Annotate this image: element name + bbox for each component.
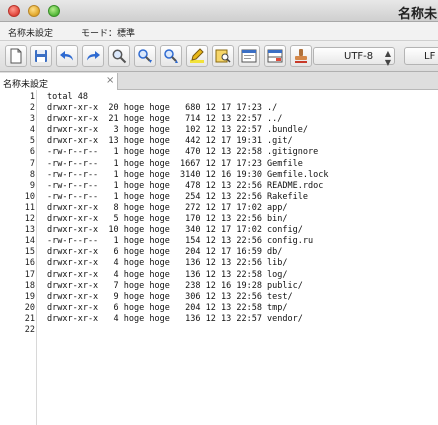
line-number: 10 [24, 191, 35, 202]
window-title: 名称未 [398, 7, 438, 22]
toolbar: UTF-8 ▲ ▼ LF [0, 41, 438, 72]
text-line[interactable]: drwxr-xr-x 4 hoge hoge 136 12 13 22:57 v… [47, 314, 328, 325]
redo-button[interactable] [82, 45, 104, 67]
line-number: 6 [29, 147, 35, 158]
close-window-button[interactable] [8, 5, 20, 17]
line-number: 12 [24, 214, 35, 225]
line-ending-value: LF [424, 51, 436, 62]
line-number: 3 [29, 114, 35, 125]
find-previous-button[interactable] [160, 45, 182, 67]
find-next-icon [138, 49, 152, 63]
line-number: 14 [24, 236, 35, 247]
line-number: 13 [24, 225, 35, 236]
text-line[interactable]: -rw-r--r-- 1 hoge hoge 254 12 13 22:56 R… [47, 192, 328, 203]
minimize-window-button[interactable] [28, 5, 40, 17]
encoding-select[interactable]: UTF-8 ▲ ▼ [313, 47, 395, 67]
line-number: 4 [29, 125, 35, 136]
undo-button[interactable] [56, 45, 78, 67]
tab-document[interactable]: 名称未設定 × [0, 73, 118, 90]
zoom-window-button[interactable] [48, 5, 60, 17]
split-window-icon [267, 49, 283, 63]
text-line[interactable]: -rw-r--r-- 1 hoge hoge 154 12 13 22:56 c… [47, 236, 328, 247]
grep-icon [215, 49, 231, 63]
search-icon [112, 49, 127, 64]
save-button[interactable] [30, 45, 52, 67]
new-document-icon [10, 48, 22, 64]
search-button[interactable] [108, 45, 130, 67]
line-number: 7 [29, 158, 35, 169]
find-next-button[interactable] [134, 45, 156, 67]
line-ending-select[interactable]: LF [404, 47, 438, 65]
find-previous-icon [164, 49, 178, 63]
line-number: 17 [24, 269, 35, 280]
highlight-button[interactable] [186, 45, 208, 67]
line-number: 1 [29, 92, 35, 102]
text-line[interactable]: -rw-r--r-- 1 hoge hoge 470 12 13 22:58 .… [47, 147, 328, 158]
text-line[interactable]: drwxr-xr-x 6 hoge hoge 204 12 13 22:58 t… [47, 303, 328, 314]
undo-icon [60, 51, 73, 61]
line-number-gutter: 1 2 3 4 5 6 7 8 9 10 11 12 13 14 15 16 17 18 19 20 21 22 [0, 90, 37, 425]
tab-bar: 名称未設定 × [0, 72, 438, 90]
text-line[interactable]: drwxr-xr-x 4 hoge hoge 136 12 13 22:58 l… [47, 270, 328, 281]
tab-close-icon[interactable]: × [106, 75, 114, 86]
editor-text[interactable]: total 48 drwxr-xr-x 20 hoge hoge 680 12 1… [47, 92, 328, 336]
window-icon [241, 49, 257, 63]
text-line[interactable]: drwxr-xr-x 3 hoge hoge 102 12 13 22:57 .… [47, 125, 328, 136]
text-line[interactable]: -rw-r--r-- 1 hoge hoge 478 12 13 22:56 R… [47, 181, 328, 192]
highlight-icon [190, 48, 204, 63]
line-number: 5 [29, 136, 35, 147]
text-line[interactable]: drwxr-xr-x 9 hoge hoge 306 12 13 22:56 t… [47, 292, 328, 303]
text-line[interactable]: drwxr-xr-x 20 hoge hoge 680 12 17 17:23 … [47, 103, 328, 114]
stamp-button[interactable] [290, 45, 312, 67]
stamp-icon [295, 49, 307, 63]
split-window-button[interactable] [264, 45, 286, 67]
title-bar: 名称未 [0, 0, 438, 22]
line-number: 20 [24, 302, 35, 313]
line-number: 16 [24, 258, 35, 269]
text-line[interactable]: total 48 [47, 92, 328, 103]
status-menubar: 名称未設定 モード：標準 [0, 22, 438, 41]
mode-selector[interactable]: モード：標準 [81, 26, 135, 39]
redo-icon [87, 51, 100, 61]
encoding-value: UTF-8 [344, 51, 374, 62]
text-line[interactable]: drwxr-xr-x 10 hoge hoge 340 12 17 17:02 … [47, 225, 328, 236]
line-number: 9 [29, 180, 35, 191]
text-line[interactable]: drwxr-xr-x 13 hoge hoge 442 12 17 19:31 … [47, 136, 328, 147]
tab-label: 名称未設定 [3, 80, 49, 90]
text-line[interactable]: drwxr-xr-x 5 hoge hoge 170 12 13 22:56 b… [47, 214, 328, 225]
line-number: 19 [24, 291, 35, 302]
window-button[interactable] [238, 45, 260, 67]
new-document-button[interactable] [5, 45, 27, 67]
line-number: 21 [24, 313, 35, 324]
text-line[interactable]: drwxr-xr-x 21 hoge hoge 714 12 13 22:57 … [47, 114, 328, 125]
grep-button[interactable] [212, 45, 234, 67]
line-number: 22 [24, 324, 35, 335]
chevron-updown-icon: ▲ ▼ [384, 49, 391, 67]
line-number: 15 [24, 247, 35, 258]
text-line[interactable]: -rw-r--r-- 1 hoge hoge 3140 12 16 19:30 … [47, 170, 328, 181]
text-line[interactable] [47, 325, 328, 336]
line-number: 2 [29, 103, 35, 114]
text-line[interactable]: drwxr-xr-x 7 hoge hoge 238 12 16 19:28 p… [47, 281, 328, 292]
text-line[interactable]: drwxr-xr-x 8 hoge hoge 272 12 17 17:02 a… [47, 203, 328, 214]
text-line[interactable]: drwxr-xr-x 6 hoge hoge 204 12 17 16:59 d… [47, 247, 328, 258]
line-number: 18 [24, 280, 35, 291]
save-icon [35, 50, 47, 62]
document-name-label: 名称未設定 [8, 29, 54, 39]
text-line[interactable]: drwxr-xr-x 4 hoge hoge 136 12 13 22:56 l… [47, 258, 328, 269]
line-number: 11 [24, 202, 35, 213]
text-editor[interactable]: 1 2 3 4 5 6 7 8 9 10 11 12 13 14 15 16 17 18 19 20 21 22 tota… [0, 90, 438, 425]
line-number: 8 [29, 169, 35, 180]
line-numbers: 1 2 3 4 5 6 7 8 9 10 11 12 13 14 15 16 17 18 19 20 21 22 [0, 92, 35, 336]
text-line[interactable]: -rw-r--r-- 1 hoge hoge 1667 12 17 17:23 … [47, 159, 328, 170]
